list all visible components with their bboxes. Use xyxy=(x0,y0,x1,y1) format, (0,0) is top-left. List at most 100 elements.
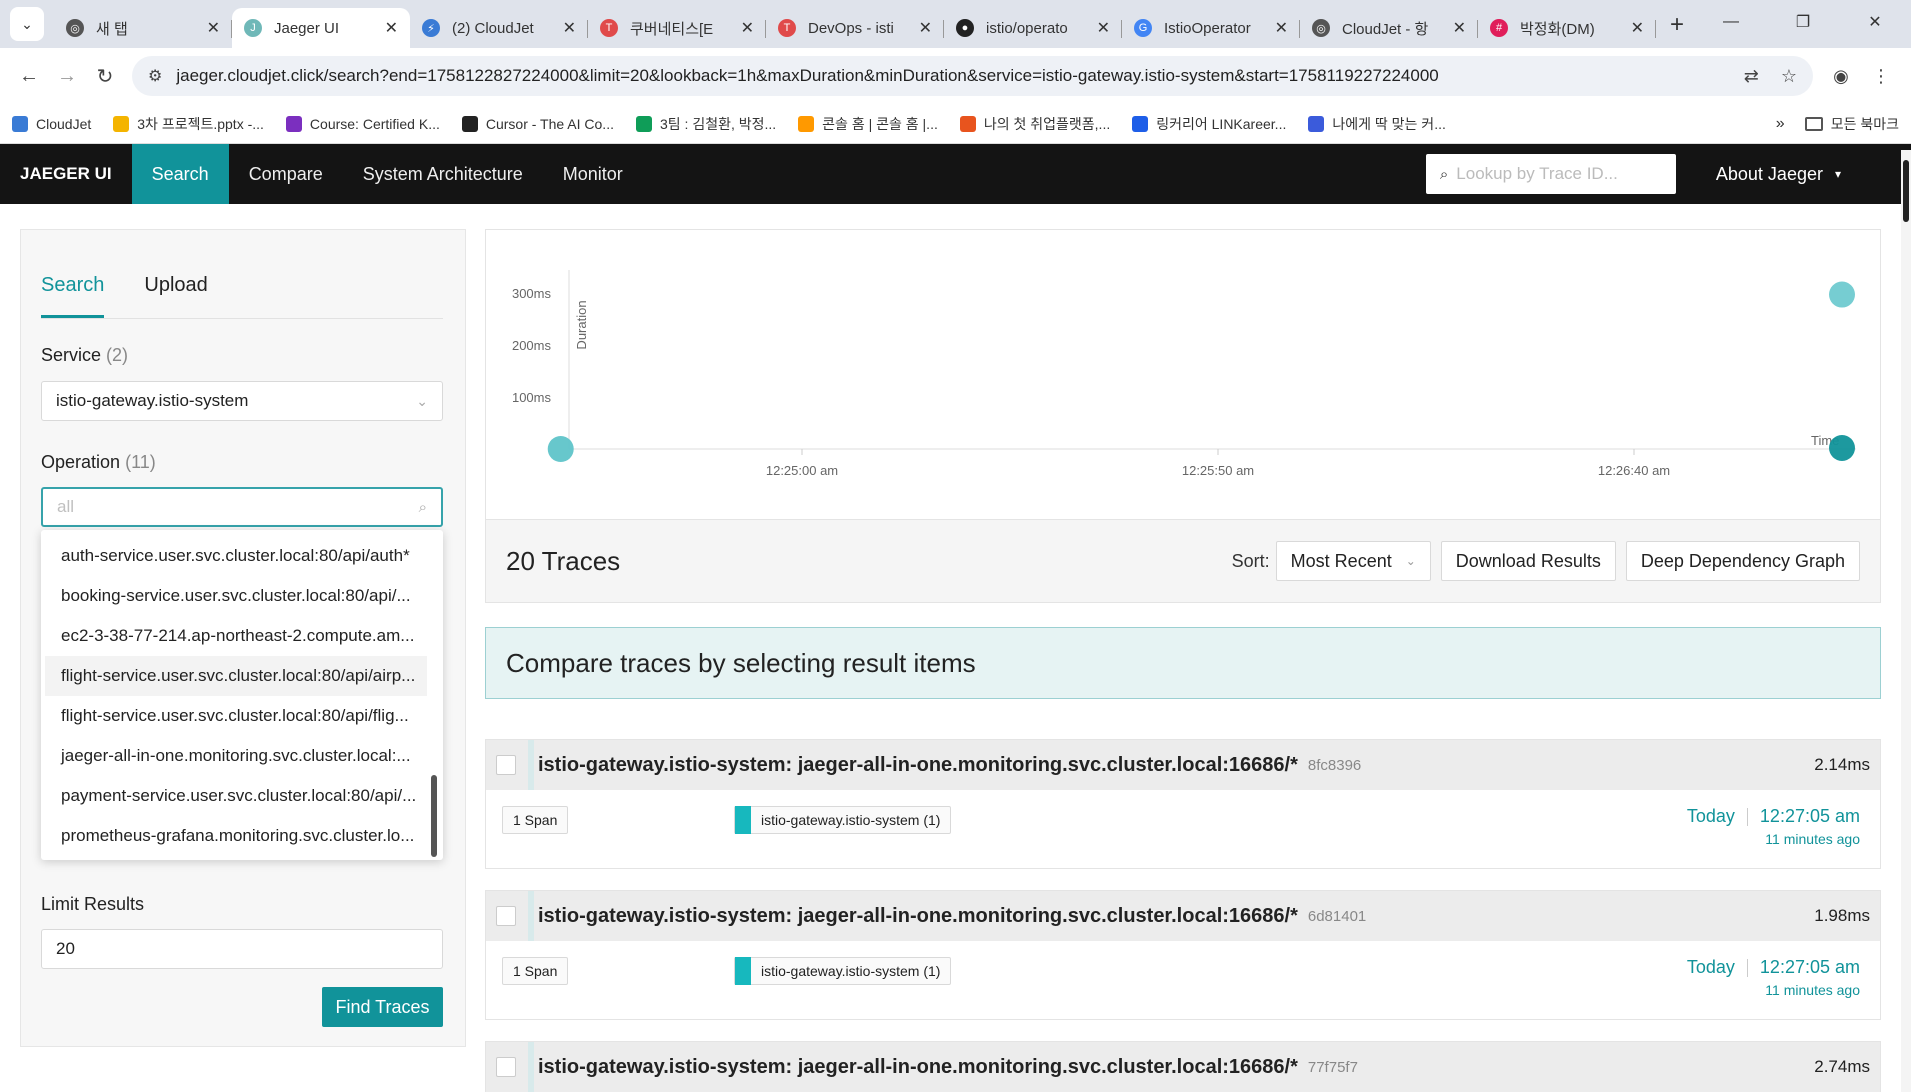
reload-icon[interactable]: ↻ xyxy=(86,64,124,89)
operation-option[interactable]: ec2-3-38-77-214.ap-northeast-2.compute.a… xyxy=(41,616,433,656)
bookmark-item[interactable]: 3차 프로젝트.pptx -... xyxy=(113,114,264,134)
operation-label-text: Operation xyxy=(41,452,121,472)
close-icon[interactable]: ✕ xyxy=(385,18,398,38)
operation-option[interactable]: flight-service.user.svc.cluster.local:80… xyxy=(41,696,433,736)
close-icon[interactable]: ✕ xyxy=(1275,18,1288,38)
trace-header[interactable]: istio-gateway.istio-system: jaeger-all-i… xyxy=(486,1042,1880,1092)
minimize-icon[interactable]: — xyxy=(1695,13,1767,31)
bookmark-item[interactable]: CloudJet xyxy=(12,115,91,132)
limit-results-input[interactable]: 20 xyxy=(41,929,443,969)
close-icon[interactable]: ✕ xyxy=(1631,18,1644,38)
bookmark-star-icon[interactable]: ☆ xyxy=(1781,66,1797,87)
trace-header[interactable]: istio-gateway.istio-system: jaeger-all-i… xyxy=(486,891,1880,941)
deep-dependency-graph-button[interactable]: Deep Dependency Graph xyxy=(1625,541,1860,581)
browser-tab[interactable]: G IstioOperator ✕ xyxy=(1122,8,1300,48)
browser-tab[interactable]: # 박정화(DM) ✕ xyxy=(1478,8,1656,48)
trace-result-item[interactable]: istio-gateway.istio-system: jaeger-all-i… xyxy=(485,890,1881,1020)
download-results-button[interactable]: Download Results xyxy=(1440,541,1616,581)
operation-option[interactable]: flight-service.user.svc.cluster.local:80… xyxy=(45,656,427,696)
service-select-value: istio-gateway.istio-system xyxy=(56,391,249,410)
url-omnibox[interactable]: ⚙ jaeger.cloudjet.click/search?end=17581… xyxy=(132,56,1813,96)
service-badge: istio-gateway.istio-system (1) xyxy=(734,806,952,834)
trace-select-checkbox[interactable] xyxy=(496,755,516,775)
bookmark-item[interactable]: Course: Certified K... xyxy=(285,115,440,132)
trace-select-checkbox[interactable] xyxy=(496,1057,516,1077)
page-scrollbar[interactable] xyxy=(1901,150,1911,1092)
close-icon[interactable]: ✕ xyxy=(1453,18,1466,38)
profile-icon[interactable]: ◉ xyxy=(1821,66,1861,87)
restore-icon[interactable]: ❐ xyxy=(1767,12,1839,32)
close-icon[interactable]: ✕ xyxy=(563,18,576,38)
operation-option[interactable]: prometheus-grafana.monitoring.svc.cluste… xyxy=(41,816,433,856)
trace-result-item[interactable]: istio-gateway.istio-system: jaeger-all-i… xyxy=(485,1041,1881,1092)
tab-title: 박정화(DM) xyxy=(1520,20,1595,38)
close-icon[interactable]: ✕ xyxy=(1097,18,1110,38)
trace-duration-bar xyxy=(528,1042,534,1092)
close-icon[interactable]: ✕ xyxy=(741,18,754,38)
trace-name[interactable]: istio-gateway.istio-system: jaeger-all-i… xyxy=(538,754,1298,777)
forward-arrow-icon[interactable]: → xyxy=(48,65,86,88)
browser-tab[interactable]: ◎ 새 탭 ✕ xyxy=(54,8,232,48)
operation-select-input[interactable]: all ⌕ xyxy=(41,487,443,527)
bookmark-item[interactable]: 링커리어 LINKareer... xyxy=(1132,114,1286,134)
nav-system-architecture[interactable]: System Architecture xyxy=(343,144,543,204)
trace-timestamp: Today 12:27:05 am 11 minutes ago xyxy=(1687,806,1860,847)
new-tab-plus-icon[interactable]: + xyxy=(1656,11,1698,48)
close-icon[interactable]: ✕ xyxy=(207,18,220,38)
browser-menu-icon[interactable]: ⋮ xyxy=(1861,66,1901,87)
bookmark-item[interactable]: 나의 첫 취업플랫폼,... xyxy=(959,114,1110,134)
service-count: (2) xyxy=(106,345,129,365)
trace-id-lookup-input[interactable]: ⌕ Lookup by Trace ID... xyxy=(1425,154,1676,194)
compare-hint-banner: Compare traces by selecting result items xyxy=(485,627,1881,699)
browser-tab[interactable]: T DevOps - isti ✕ xyxy=(766,8,944,48)
search-upload-tabs: Search Upload xyxy=(41,274,443,319)
nav-compare[interactable]: Compare xyxy=(229,144,343,204)
sort-select[interactable]: Most Recent ⌄ xyxy=(1275,541,1431,581)
tab-upload[interactable]: Upload xyxy=(144,274,207,318)
service-badge-label: istio-gateway.istio-system (1) xyxy=(761,963,941,979)
tab-title: (2) CloudJet xyxy=(452,19,534,37)
browser-tab[interactable]: ◎ CloudJet - 항 ✕ xyxy=(1300,8,1478,48)
tab-title: IstioOperator xyxy=(1164,19,1251,37)
url-text[interactable]: jaeger.cloudjet.click/search?end=1758122… xyxy=(176,66,1721,86)
close-icon[interactable]: ✕ xyxy=(919,18,932,38)
browser-tab[interactable]: ⚡ (2) CloudJet ✕ xyxy=(410,8,588,48)
site-info-icon[interactable]: ⚙ xyxy=(148,66,162,86)
close-window-icon[interactable]: ✕ xyxy=(1839,12,1911,32)
trace-duration-bar xyxy=(528,891,534,941)
trace-name[interactable]: istio-gateway.istio-system: jaeger-all-i… xyxy=(538,905,1298,928)
bookmarks-overflow-icon[interactable]: » xyxy=(1776,115,1785,133)
nav-search[interactable]: Search xyxy=(131,144,229,204)
trace-header[interactable]: istio-gateway.istio-system: jaeger-all-i… xyxy=(486,740,1880,790)
back-arrow-icon[interactable]: ← xyxy=(10,65,48,88)
trace-select-checkbox[interactable] xyxy=(496,906,516,926)
operation-option[interactable]: booking-service.user.svc.cluster.local:8… xyxy=(41,576,433,616)
tab-search[interactable]: Search xyxy=(41,274,105,318)
bookmark-item[interactable]: 콘솔 홈 | 콘솔 홈 |... xyxy=(798,114,938,134)
operation-option[interactable]: payment-service.user.svc.cluster.local:8… xyxy=(41,776,433,816)
service-select[interactable]: istio-gateway.istio-system ⌄ xyxy=(41,381,443,421)
operation-option[interactable]: jaeger-all-in-one.monitoring.svc.cluster… xyxy=(41,736,433,776)
span-count-badge: 1 Span xyxy=(502,957,569,985)
browser-tab[interactable]: T 쿠버네티스[E ✕ xyxy=(588,8,766,48)
dropdown-scrollbar[interactable] xyxy=(431,775,437,857)
translate-icon[interactable]: ⇄ xyxy=(1744,66,1759,87)
browser-tab[interactable]: J Jaeger UI ✕ xyxy=(232,8,410,48)
about-jaeger-menu[interactable]: About Jaeger ▾ xyxy=(1676,164,1911,185)
jaeger-logo-text[interactable]: JAEGER UI xyxy=(0,164,132,184)
tab-favicon-icon: T xyxy=(778,19,796,37)
bookmark-item[interactable]: 나에게 딱 맞는 커... xyxy=(1308,114,1446,134)
trace-result-item[interactable]: istio-gateway.istio-system: jaeger-all-i… xyxy=(485,739,1881,869)
bookmark-item[interactable]: 3팀 : 김철환, 박정... xyxy=(635,114,776,134)
find-traces-button[interactable]: Find Traces xyxy=(322,987,443,1027)
browser-tab[interactable]: ● istio/operato ✕ xyxy=(944,8,1122,48)
nav-monitor[interactable]: Monitor xyxy=(543,144,643,204)
all-bookmarks-folder[interactable]: 모든 북마크 xyxy=(1804,114,1899,134)
bookmark-item[interactable]: Cursor - The AI Co... xyxy=(461,115,614,132)
trace-name[interactable]: istio-gateway.istio-system: jaeger-all-i… xyxy=(538,1056,1298,1079)
tab-search-chevron-icon[interactable]: ⌄ xyxy=(10,7,44,41)
trace-duration-bar xyxy=(528,740,534,790)
scrollbar-thumb[interactable] xyxy=(1903,160,1909,222)
operation-option[interactable]: auth-service.user.svc.cluster.local:80/a… xyxy=(41,536,433,576)
divider xyxy=(1746,959,1748,978)
